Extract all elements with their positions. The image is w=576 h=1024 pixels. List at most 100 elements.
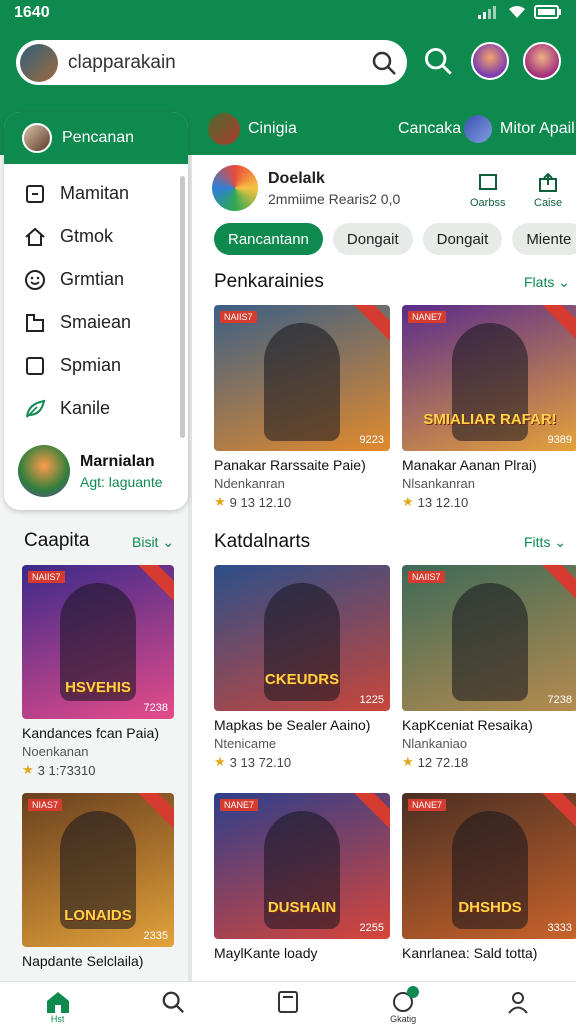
nav-profile[interactable] — [488, 990, 548, 1014]
game-card[interactable]: NAIIS7 HSVEHIS 7238 Kandances fcan Paia) Noe… — [22, 565, 174, 778]
search-icon — [162, 991, 184, 1013]
game-title: Napdante Selclaila) — [22, 953, 144, 969]
filter-chip[interactable]: Dongait — [332, 223, 413, 255]
game-title: MaylKante loady — [214, 945, 318, 961]
game-card[interactable]: NIAS7 LONAIDS 2335 Napdante Selclaila) — [22, 793, 174, 969]
star-icon: ★ — [402, 754, 414, 769]
side-menu-header[interactable]: Pencanan — [4, 112, 188, 164]
wifi-icon — [509, 6, 525, 18]
publisher-action-button[interactable]: Caise — [534, 173, 562, 209]
publisher-header[interactable]: Doelalk 2mmiime Rearis2 0,0 — [212, 165, 400, 211]
smiley-icon — [25, 269, 45, 290]
sidebar-user[interactable]: Marnialan Agt: laguante — [18, 445, 163, 497]
account-avatar[interactable] — [20, 43, 58, 82]
game-cover-image: CKEUDRS 1225 — [214, 565, 390, 711]
home-icon — [25, 227, 45, 246]
sidebar-item[interactable]: Mamitan — [4, 172, 188, 215]
section-title: Caapita — [24, 530, 90, 551]
game-card[interactable]: CKEUDRS 1225 Mapkas be Sealer Aaino) Ntenic… — [214, 565, 390, 770]
game-card[interactable]: NAIIS7 7238 KapKceniat Resaika) Nlankaniao ★… — [402, 565, 576, 770]
game-badge: NAIIS7 — [408, 571, 445, 583]
game-count: 9223 — [359, 434, 384, 446]
star-icon: ★ — [22, 762, 34, 777]
section-filter-label: Bisit — [132, 534, 159, 550]
square-minus-icon — [26, 184, 44, 203]
game-rating: 12 72.18 — [417, 754, 469, 770]
sidebar-item-label: Grmtian — [60, 269, 125, 289]
game-card[interactable]: NANE7 SMIALIAR RAFAR! 9389 Manakar Aanan Pl… — [402, 305, 576, 510]
game-count: 3333 — [547, 922, 572, 934]
notification-dot — [407, 986, 420, 998]
publisher-logo — [212, 165, 258, 211]
sidebar-item[interactable]: Spmian — [4, 344, 188, 387]
nav-library[interactable] — [258, 990, 318, 1014]
game-badge: NIAS7 — [28, 799, 63, 811]
chevron-down-icon: ⌄ — [162, 534, 175, 550]
nav-search[interactable] — [143, 990, 203, 1014]
filter-chip[interactable]: Miente — [512, 223, 576, 255]
nav-chat[interactable]: Gkatig — [373, 986, 433, 1024]
search-query: clapparakain — [68, 51, 176, 73]
section-title: Katdalnarts — [214, 531, 311, 552]
game-rating-row: ★ 3 1:73310 — [22, 762, 174, 778]
game-badge: NAIIS7 — [220, 311, 257, 323]
section-filter-label: Flats — [524, 274, 555, 290]
publisher-action-button[interactable]: Oarbss — [470, 173, 505, 209]
document-icon — [277, 991, 298, 1013]
search-icon[interactable] — [371, 50, 397, 76]
avatar[interactable] — [523, 42, 561, 80]
game-card[interactable]: NANE7 DHSHDS 3333 Kanrlanea: Sald totta) — [402, 793, 576, 961]
home-icon — [46, 992, 69, 1013]
sidebar-item[interactable]: Kanile — [4, 387, 188, 430]
search-input[interactable]: clapparakain — [16, 40, 407, 85]
game-cover-image: NIAS7 LONAIDS 2335 — [22, 793, 174, 947]
game-logo-text: DUSHAIN — [267, 899, 337, 916]
game-count: 2335 — [143, 930, 168, 942]
sidebar-item[interactable]: Smaiean — [4, 301, 188, 344]
share-icon — [539, 173, 558, 192]
square-icon — [26, 356, 44, 375]
game-rating: 3 13 72.10 — [229, 754, 292, 770]
leaf-icon — [26, 399, 46, 418]
channel-label: Mitor Apail — [500, 120, 575, 137]
section-filter-link[interactable]: Bisit ⌄ — [132, 534, 174, 551]
game-title: KapKceniat Resaika) — [402, 717, 533, 733]
section-filter-link[interactable]: Fitts ⌄ — [524, 534, 566, 551]
game-cover-image: NANE7 DHSHDS 3333 — [402, 793, 576, 939]
filter-chip[interactable]: Rancantann — [214, 223, 323, 255]
status-bar: 1640 — [0, 0, 576, 28]
avatar — [22, 123, 52, 153]
star-icon: ★ — [402, 494, 414, 509]
sidebar-item[interactable]: Grmtian — [4, 258, 188, 301]
channel-item[interactable]: Cancaka — [398, 120, 461, 138]
game-cover-image: NAIIS7 7238 — [402, 565, 576, 711]
game-logo-text: HSVEHIS — [65, 679, 131, 696]
channel-label: Cancaka — [398, 120, 462, 137]
channel-label: Cinigia — [248, 120, 297, 137]
nav-home[interactable]: Hst — [28, 990, 88, 1024]
search-icon[interactable] — [423, 46, 453, 76]
filter-chips: Rancantann Dongait Dongait Miente — [214, 223, 576, 255]
corner-ribbon — [540, 793, 576, 831]
publisher-name: Doelalk — [268, 169, 325, 187]
avatar[interactable] — [471, 42, 509, 80]
game-logo-text: DHSHDS — [458, 899, 522, 916]
game-card[interactable]: NAIIS7 9223 Panakar Rarssaite Paie) Ndenkan… — [214, 305, 390, 510]
channel-item[interactable]: Mitor Apail — [464, 115, 575, 143]
channel-item[interactable]: Cinigia — [208, 113, 297, 145]
game-rating-row: ★ 12 72.18 — [402, 754, 576, 770]
nav-chat-label: Gkatig — [390, 1014, 417, 1024]
bookmark-icon — [478, 174, 497, 190]
game-developer: Ndenkanran — [214, 476, 285, 491]
game-cover-image: NANE7 SMIALIAR RAFAR! 9389 — [402, 305, 576, 451]
game-logo-text: LONAIDS — [64, 907, 132, 924]
corner-ribbon — [540, 305, 576, 343]
game-card[interactable]: NANE7 DUSHAIN 2255 MaylKante loady — [214, 793, 390, 961]
game-title: Mapkas be Sealer Aaino) — [214, 717, 371, 733]
filter-chip[interactable]: Dongait — [422, 223, 503, 255]
game-cover-image: NAIIS7 HSVEHIS 7238 — [22, 565, 174, 719]
sidebar-item[interactable]: Gtmok — [4, 215, 188, 258]
side-menu: Pencanan Mamitan Gtmok Grmtian Smaiean S… — [4, 112, 188, 510]
scrollbar[interactable] — [180, 176, 185, 438]
section-filter-link[interactable]: Flats ⌄ — [524, 274, 570, 291]
